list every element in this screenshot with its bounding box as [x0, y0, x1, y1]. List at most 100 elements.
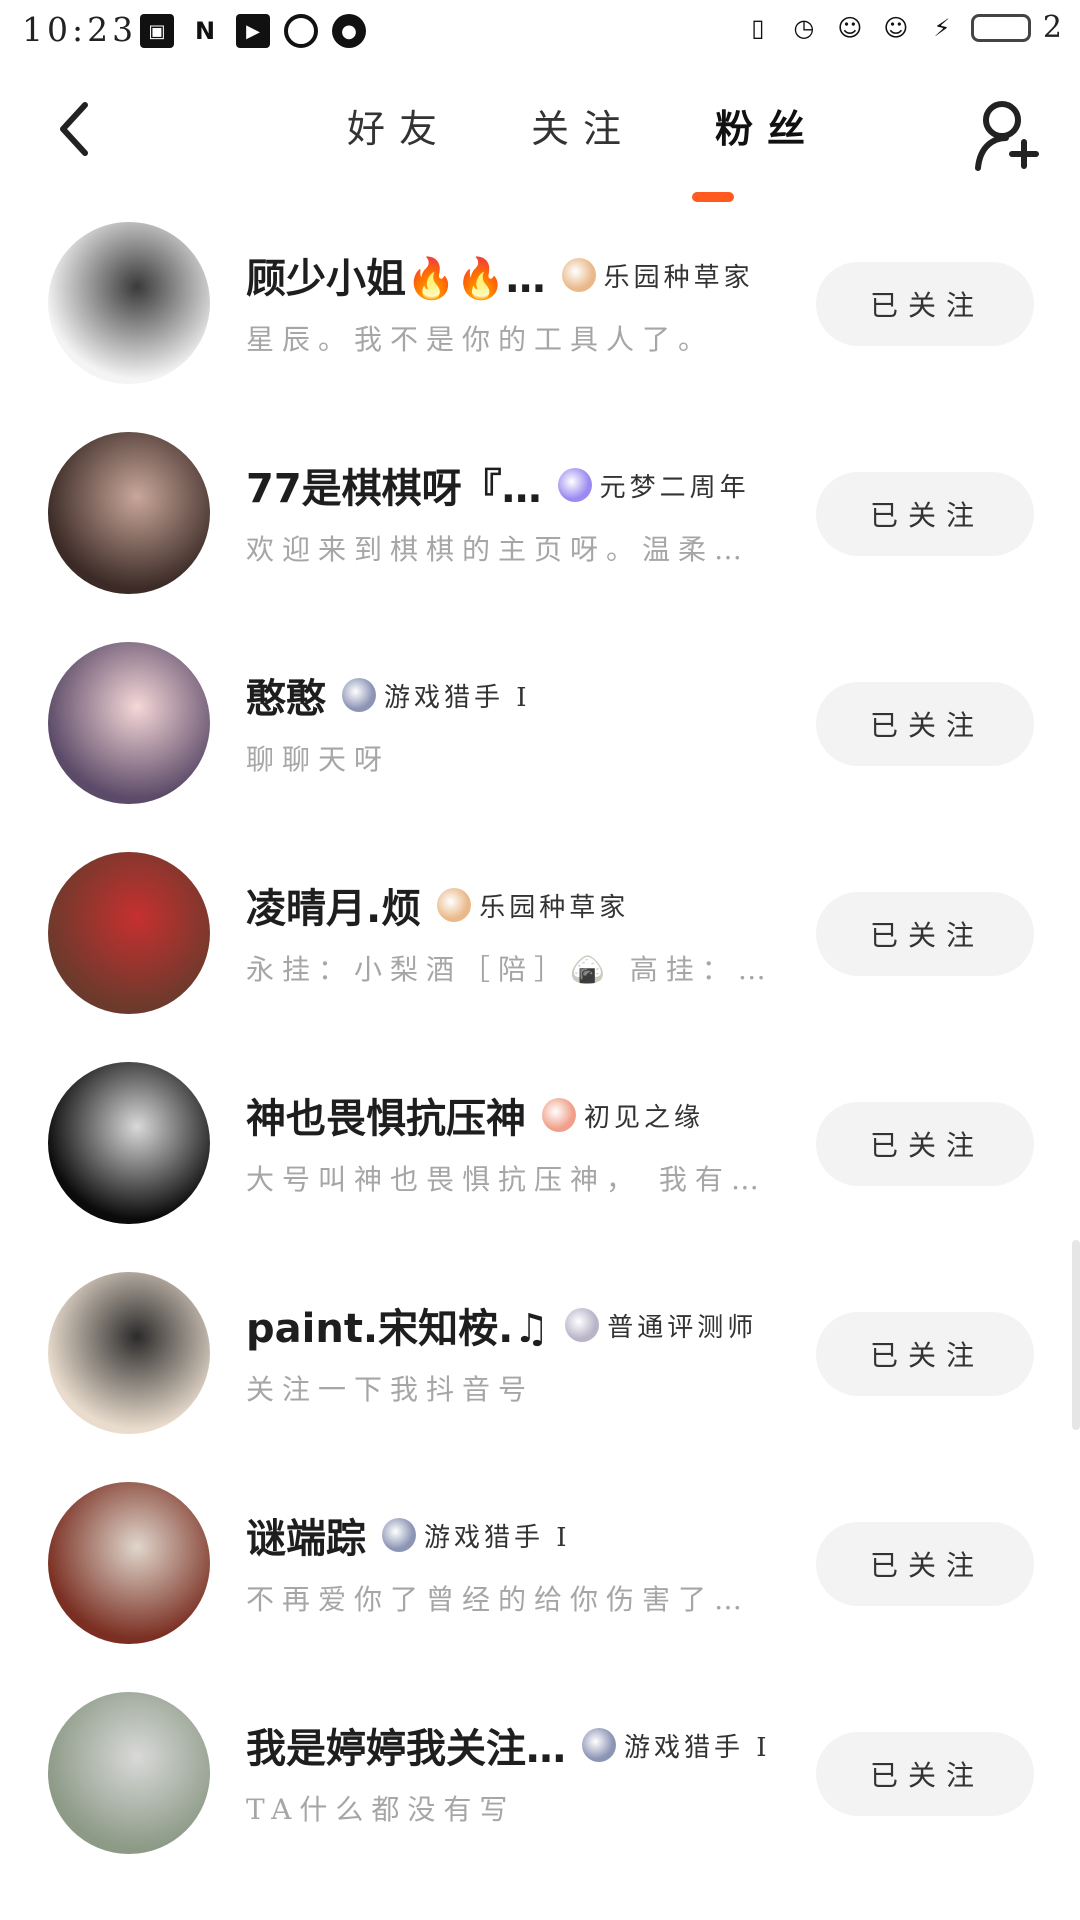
avatar[interactable]: [48, 642, 210, 804]
avatar[interactable]: [48, 1692, 210, 1854]
fan-row[interactable]: paint.宋知桉.♫ 普通评测师关注一下我抖音号 已关注: [0, 1272, 1080, 1482]
fan-badge: 初见之缘: [542, 1097, 704, 1134]
avatar[interactable]: [48, 1272, 210, 1434]
badge-icon: [557, 468, 592, 502]
fan-bio: 不再爱你了曾经的给你伤害了…: [246, 1583, 751, 1616]
status-time: 10:23: [22, 10, 138, 49]
badge-icon: [342, 678, 376, 712]
n-letter-icon: N: [194, 17, 216, 45]
fan-row[interactable]: 神也畏惧抗压神 初见之缘大号叫神也畏惧抗压神， 我有… 已关注: [0, 1062, 1080, 1272]
fan-badge: 游戏猎手 I: [582, 1727, 771, 1764]
fan-row[interactable]: 顾少小姐🔥🔥… 乐园种草家星辰。我不是你的工具人了。 已关注: [0, 222, 1080, 432]
tab-friends[interactable]: 好友: [300, 98, 484, 153]
battery-level: 2: [1042, 10, 1062, 45]
status-left-icons: ▣ N ▶ ●: [140, 14, 366, 48]
image-icon: ▣: [140, 14, 174, 48]
add-friend-icon: [975, 101, 1039, 171]
fan-bio: 大号叫神也畏惧抗压神， 我有…: [246, 1163, 767, 1196]
chevron-left-icon: [60, 102, 88, 156]
badge-icon: [437, 888, 472, 922]
badge-icon: [382, 1518, 416, 1552]
following-button[interactable]: 已关注: [816, 1732, 1034, 1816]
fan-list: 顾少小姐🔥🔥… 乐园种草家 星辰。我不是你的工具人了。 已关注 77是棋棋呀『… 元梦二周…: [0, 222, 1080, 1902]
badge-label: 普通评测师: [607, 1312, 758, 1343]
badge-label: 初见之缘: [584, 1102, 705, 1133]
fan-row[interactable]: 谜端踪 游戏猎手 I 不再爱你了曾经的给你伤害了… 已关注: [0, 1482, 1080, 1692]
status-bar: 10:23 ▣ N ▶ ● ▯ ◷ ☺ ☺ ⚡ 2: [0, 0, 1080, 64]
following-button[interactable]: 已关注: [816, 262, 1034, 346]
following-button[interactable]: 已关注: [816, 1102, 1034, 1186]
avatar[interactable]: [48, 1482, 210, 1644]
fan-bio: 欢迎来到棋棋的主页呀。温柔…: [246, 533, 751, 566]
avatar[interactable]: [48, 432, 210, 594]
fan-row[interactable]: 77是棋棋呀『… 元梦二周年欢迎来到棋棋的主页呀。温柔… 已关注: [0, 432, 1080, 642]
name-line: 顾少小姐🔥🔥… 乐园种草家: [246, 246, 806, 304]
fan-name[interactable]: 我是婷婷我关注…: [246, 1716, 566, 1774]
name-line: 我是婷婷我关注… 游戏猎手 I: [246, 1716, 806, 1774]
badge-label: 游戏猎手 I: [424, 1522, 571, 1553]
fan-badge: 乐园种草家: [561, 257, 754, 294]
name-line: paint.宋知桉.♫ 普通评测师: [246, 1296, 806, 1354]
badge-icon: [582, 1728, 616, 1762]
name-line: 77是棋棋呀『… 元梦二周年: [246, 456, 806, 514]
badge-label: 元梦二周年: [599, 472, 750, 503]
battery-icon: [970, 13, 1031, 42]
back-button[interactable]: [44, 94, 104, 164]
fan-name[interactable]: 顾少小姐🔥🔥…: [246, 246, 546, 304]
fan-name[interactable]: 77是棋棋呀『…: [246, 456, 542, 514]
kitty-sticker-icon: ☺: [883, 13, 909, 42]
name-line: 憨憨 游戏猎手 I: [246, 666, 806, 724]
avatar[interactable]: [48, 1062, 210, 1224]
play-icon: ▶: [236, 14, 270, 48]
name-line: 神也畏惧抗压神 初见之缘: [246, 1086, 806, 1144]
active-tab-indicator: [692, 192, 734, 202]
following-button[interactable]: 已关注: [816, 682, 1034, 766]
fan-badge: 乐园种草家: [437, 887, 629, 924]
name-line: 谜端踪 游戏猎手 I: [246, 1506, 806, 1564]
fan-name[interactable]: 神也畏惧抗压神: [246, 1086, 526, 1144]
fan-bio: 永挂：小梨酒［陪］🍙 高挂：…: [246, 953, 774, 986]
following-button[interactable]: 已关注: [816, 1522, 1034, 1606]
fan-name[interactable]: 憨憨: [246, 666, 326, 724]
account-icon: ●: [332, 14, 366, 48]
fan-name[interactable]: 谜端踪: [246, 1506, 366, 1564]
fan-row[interactable]: 我是婷婷我关注… 游戏猎手 I TA什么都没有写 已关注: [0, 1692, 1080, 1902]
following-button[interactable]: 已关注: [816, 1312, 1034, 1396]
scrollbar[interactable]: [1072, 1240, 1080, 1430]
badge-label: 乐园种草家: [603, 262, 754, 293]
badge-icon: [561, 258, 596, 292]
avatar[interactable]: [48, 852, 210, 1014]
following-button[interactable]: 已关注: [816, 892, 1034, 976]
badge-label: 游戏猎手 I: [384, 682, 531, 713]
fan-bio: 聊聊天呀: [246, 743, 391, 776]
avatar[interactable]: [48, 222, 210, 384]
fan-badge: 普通评测师: [565, 1307, 757, 1344]
fan-row[interactable]: 憨憨 游戏猎手 I 聊聊天呀 已关注: [0, 642, 1080, 852]
tab-fans[interactable]: 粉丝: [668, 98, 852, 153]
tabs: 好友 关注 粉丝: [300, 98, 852, 153]
nav-bar: 好友 关注 粉丝: [0, 64, 1080, 204]
vibrate-icon: ▯: [751, 13, 765, 42]
charging-icon: ⚡: [933, 13, 951, 42]
alarm-icon: ◷: [793, 13, 815, 42]
badge-icon: [542, 1098, 576, 1132]
fan-row[interactable]: 凌晴月.烦 乐园种草家永挂：小梨酒［陪］🍙 高挂：… 已关注: [0, 852, 1080, 1062]
following-button[interactable]: 已关注: [816, 472, 1034, 556]
kitty-sticker-icon: ☺: [837, 13, 863, 42]
fan-name[interactable]: 凌晴月.烦: [246, 876, 421, 934]
fan-name[interactable]: paint.宋知桉.♫: [246, 1296, 549, 1354]
badge-label: 游戏猎手 I: [624, 1732, 771, 1763]
fan-badge: 游戏猎手 I: [342, 677, 531, 714]
fan-badge: 元梦二周年: [557, 467, 750, 504]
badge-label: 乐园种草家: [479, 892, 630, 923]
badge-icon: [565, 1308, 600, 1342]
fan-bio: TA什么都没有写: [246, 1793, 516, 1826]
fan-badge: 游戏猎手 I: [382, 1517, 571, 1554]
fan-bio: 关注一下我抖音号: [246, 1373, 535, 1406]
add-friend-button[interactable]: [972, 94, 1042, 174]
tab-following[interactable]: 关注: [484, 98, 668, 153]
name-line: 凌晴月.烦 乐园种草家: [246, 876, 806, 934]
blocked-icon: [284, 14, 318, 48]
fan-bio: 星辰。我不是你的工具人了。: [246, 323, 715, 356]
status-right-icons: ▯ ◷ ☺ ☺ ⚡ 2: [741, 10, 1062, 45]
